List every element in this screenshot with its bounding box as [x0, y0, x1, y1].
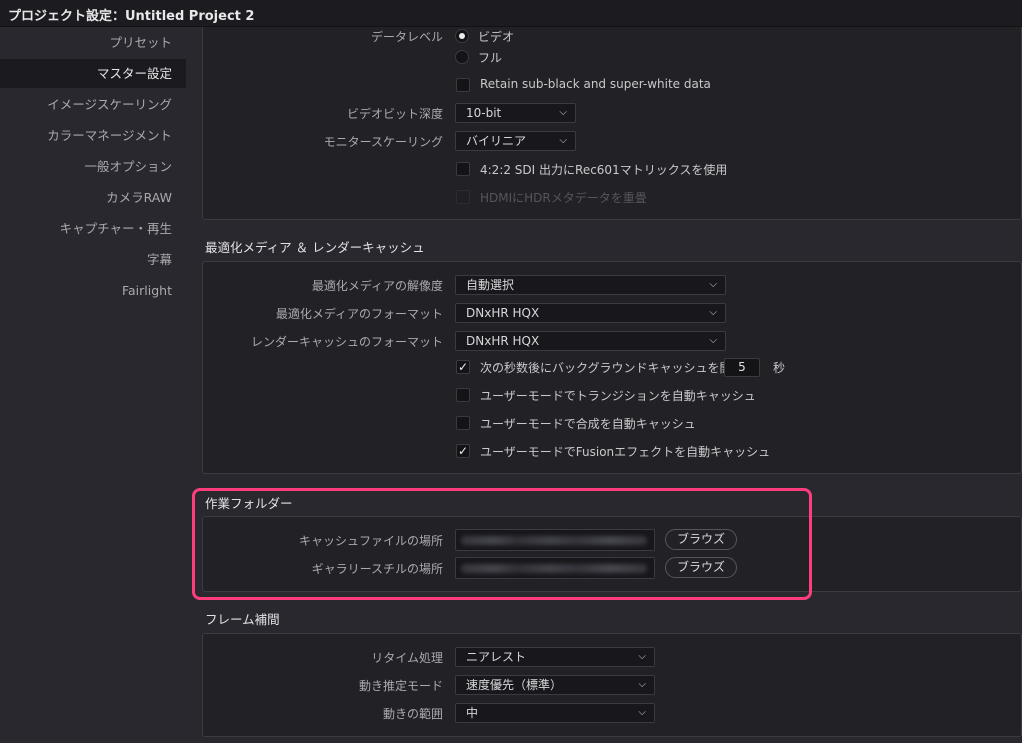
- settings-sidebar: プリセット マスター設定 イメージスケーリング カラーマネージメント 一般オプシ…: [0, 27, 186, 743]
- gallery-location-field[interactable]: [455, 557, 655, 579]
- retime-process-value: ニアレスト: [466, 650, 527, 664]
- sidebar-item-master-settings[interactable]: マスター設定: [0, 59, 186, 88]
- video-bit-depth-label: ビデオビット深度: [346, 107, 443, 121]
- working-folders-panel: キャッシュファイルの場所 ブラウズ ギャラリースチルの場所 ブラウズ: [202, 516, 1022, 592]
- chevron-down-icon: ⌵: [559, 107, 567, 118]
- background-cache-label: 次の秒数後にバックグラウンドキャッシュを開始: [480, 361, 744, 375]
- chevron-down-icon: ⌵: [709, 335, 717, 346]
- data-level-full-radio[interactable]: [455, 50, 469, 64]
- optimized-resolution-value: 自動選択: [466, 278, 515, 292]
- background-cache-seconds-input[interactable]: 5: [724, 358, 760, 377]
- blurred-path: [461, 564, 647, 573]
- auto-cache-transitions-checkbox[interactable]: [456, 388, 470, 402]
- rec601-checkbox[interactable]: [456, 162, 470, 176]
- frame-interpolation-panel: リタイム処理 ニアレスト ⌵ 動き推定モード 速度優先（標準） ⌵ 動きの範囲 …: [202, 633, 1022, 737]
- auto-cache-composites-label: ユーザーモードで合成を自動キャッシュ: [480, 417, 696, 431]
- optimized-format-dropdown[interactable]: DNxHR HQX ⌵: [455, 303, 726, 323]
- render-cache-format-dropdown[interactable]: DNxHR HQX ⌵: [455, 331, 726, 351]
- auto-cache-composites-checkbox[interactable]: [456, 416, 470, 430]
- sidebar-item-general-options[interactable]: 一般オプション: [0, 152, 186, 181]
- blurred-path: [461, 536, 647, 545]
- chevron-down-icon: ⌵: [638, 707, 646, 718]
- auto-cache-transitions-label: ユーザーモードでトランジションを自動キャッシュ: [480, 389, 756, 403]
- optimized-format-value: DNxHR HQX: [466, 306, 540, 320]
- data-level-full-label: フル: [478, 51, 503, 65]
- sidebar-item-camera-raw[interactable]: カメラRAW: [0, 183, 186, 212]
- cache-location-label: キャッシュファイルの場所: [298, 534, 443, 548]
- background-cache-unit: 秒: [773, 361, 786, 375]
- auto-cache-fusion-label: ユーザーモードでFusionエフェクトを自動キャッシュ: [480, 445, 771, 459]
- optimized-resolution-label: 最適化メディアの解像度: [311, 279, 443, 293]
- window-title: プロジェクト設定：Untitled Project 2: [8, 9, 255, 24]
- optimized-format-label: 最適化メディアのフォーマット: [275, 307, 443, 321]
- optimized-media-section-title: 最適化メディア ＆ レンダーキャッシュ: [205, 240, 425, 255]
- hdmi-hdr-label: HDMIにHDRメタデータを重畳: [480, 191, 647, 205]
- sidebar-item-subtitles[interactable]: 字幕: [0, 245, 186, 274]
- settings-content: データレベル ビデオ フル Retain sub-black and super…: [186, 27, 1022, 743]
- frame-interpolation-section-title: フレーム補間: [205, 612, 280, 627]
- data-level-label: データレベル: [370, 30, 443, 44]
- monitor-scaling-value: バイリニア: [466, 134, 527, 148]
- gallery-browse-button[interactable]: ブラウズ: [665, 557, 737, 578]
- retime-process-label: リタイム処理: [371, 651, 443, 665]
- motion-estimation-label: 動き推定モード: [358, 679, 443, 693]
- background-cache-checkbox[interactable]: ✓: [456, 360, 470, 374]
- motion-range-value: 中: [466, 706, 479, 720]
- sidebar-item-color-management[interactable]: カラーマネージメント: [0, 121, 186, 150]
- gallery-location-label: ギャラリースチルの場所: [311, 562, 443, 576]
- monitor-scaling-dropdown[interactable]: バイリニア ⌵: [455, 131, 576, 151]
- monitor-scaling-label: モニタースケーリング: [323, 135, 443, 149]
- cache-location-field[interactable]: [455, 529, 655, 551]
- data-level-video-radio[interactable]: [455, 29, 469, 43]
- chevron-down-icon: ⌵: [559, 135, 567, 146]
- render-cache-format-label: レンダーキャッシュのフォーマット: [250, 335, 443, 349]
- chevron-down-icon: ⌵: [638, 679, 646, 690]
- sidebar-item-image-scaling[interactable]: イメージスケーリング: [0, 90, 186, 119]
- motion-estimation-dropdown[interactable]: 速度優先（標準） ⌵: [455, 675, 655, 695]
- auto-cache-fusion-checkbox[interactable]: ✓: [456, 444, 470, 458]
- video-settings-panel: データレベル ビデオ フル Retain sub-black and super…: [202, 27, 1022, 220]
- rec601-label: 4:2:2 SDI 出力にRec601マトリックスを使用: [480, 163, 728, 177]
- working-folders-section-title: 作業フォルダー: [205, 496, 293, 511]
- data-level-video-label: ビデオ: [478, 30, 515, 44]
- optimized-media-panel: 最適化メディアの解像度 自動選択 ⌵ 最適化メディアのフォーマット DNxHR …: [202, 261, 1022, 474]
- chevron-down-icon: ⌵: [709, 307, 717, 318]
- motion-range-dropdown[interactable]: 中 ⌵: [455, 703, 655, 723]
- sidebar-item-fairlight[interactable]: Fairlight: [0, 276, 186, 305]
- retain-sub-black-label: Retain sub-black and super-white data: [480, 77, 711, 91]
- chevron-down-icon: ⌵: [709, 279, 717, 290]
- render-cache-format-value: DNxHR HQX: [466, 334, 540, 348]
- retime-process-dropdown[interactable]: ニアレスト ⌵: [455, 647, 655, 667]
- chevron-down-icon: ⌵: [638, 651, 646, 662]
- cache-browse-button[interactable]: ブラウズ: [665, 529, 737, 550]
- title-bar: プロジェクト設定：Untitled Project 2: [0, 0, 1022, 27]
- hdmi-hdr-checkbox[interactable]: [456, 190, 470, 204]
- video-bit-depth-value: 10-bit: [466, 106, 502, 120]
- optimized-resolution-dropdown[interactable]: 自動選択 ⌵: [455, 275, 726, 295]
- sidebar-item-capture-playback[interactable]: キャプチャー・再生: [0, 214, 186, 243]
- motion-estimation-value: 速度優先（標準）: [466, 678, 563, 692]
- motion-range-label: 動きの範囲: [382, 707, 443, 721]
- video-bit-depth-dropdown[interactable]: 10-bit ⌵: [455, 103, 576, 123]
- retain-sub-black-checkbox[interactable]: [456, 78, 470, 92]
- sidebar-item-presets[interactable]: プリセット: [0, 28, 186, 57]
